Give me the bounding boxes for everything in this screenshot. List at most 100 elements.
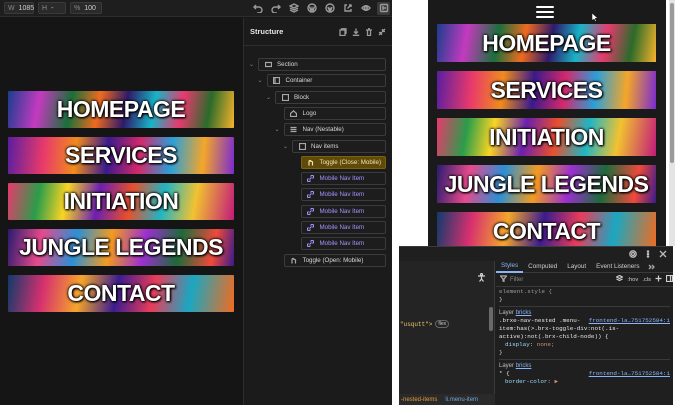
link-icon (306, 175, 316, 183)
tab-computed[interactable]: Computed (523, 261, 562, 273)
zoom-field-label: % (74, 4, 81, 12)
nav-tile-services[interactable]: SERVICES (8, 137, 234, 174)
structure-node-mobile-nav-item[interactable]: Mobile Nav Item (300, 172, 386, 186)
structure-header: Structure (244, 18, 392, 46)
nav-label: SERVICES (65, 142, 177, 168)
structure-node-mobile-nav-item[interactable]: Mobile Nav Item (300, 188, 386, 202)
page-bottom-margin (0, 405, 690, 413)
styles-rules: element.style { } Layer bricks frontend-… (496, 287, 673, 387)
structure-node-mobile-nav-item[interactable]: Mobile Nav Item (300, 204, 386, 218)
structure-node-label: Block (294, 93, 310, 101)
css-declaration[interactable]: border-color: ▶ (499, 378, 670, 386)
more-options-icon[interactable] (644, 250, 652, 258)
layer-link[interactable]: bricks (516, 310, 532, 316)
element-style-open[interactable]: element.style { (499, 288, 670, 296)
css-rule[interactable]: frontend-la…751752584:1 .brxe-nav-nested… (499, 317, 670, 341)
structure-node-toggle-close-mobile[interactable]: Toggle (Close: Mobile) (300, 155, 386, 169)
css-declaration[interactable]: display: none; (499, 341, 670, 349)
copy-icon[interactable] (339, 27, 347, 36)
tab-styles[interactable]: Styles (496, 261, 524, 273)
structure-title: Structure (250, 27, 284, 36)
tab-layout[interactable]: Layout (562, 261, 591, 273)
structure-panel: Structure ⌄ Section ⌄ Container ⌄ Block Logo ⌄ N… (243, 18, 392, 405)
nav-label: CONTACT (492, 217, 601, 244)
structure-node-label: Mobile Nav Item (319, 207, 365, 215)
structure-node-label: Mobile Nav Item (319, 175, 365, 183)
more-tabs-icon[interactable] (648, 263, 656, 271)
structure-node-block[interactable]: Block (275, 90, 386, 104)
structure-node-nav-nestable[interactable]: Nav (Nestable) (283, 123, 386, 137)
collapse-icon[interactable] (378, 28, 386, 36)
preview-scrollbar[interactable] (669, 0, 675, 246)
height-field[interactable]: H - (38, 2, 66, 14)
toggle-icon (306, 159, 316, 166)
hov-toggle[interactable]: :hov (627, 277, 638, 283)
expand-chevron-icon[interactable]: ⌄ (283, 143, 288, 150)
tab-event-listeners[interactable]: Event Listeners (591, 261, 644, 273)
accessibility-icon[interactable] (477, 269, 486, 287)
structure-panel-icon[interactable] (377, 1, 390, 15)
nav-icon (289, 126, 299, 133)
new-rule-icon[interactable] (655, 275, 662, 284)
layer-link[interactable]: bricks (516, 363, 532, 369)
settings-gear-icon[interactable] (629, 250, 637, 258)
structure-node-toggle-open-mobile[interactable]: Toggle (Open: Mobile) (283, 253, 386, 267)
scrollbar-thumb[interactable] (670, 3, 674, 163)
dom-node-row[interactable]: "usqutt"> flex (399, 319, 495, 329)
rule-source-link[interactable]: frontend-la…751752584:1 (589, 317, 670, 325)
element-style-close: } (499, 296, 503, 303)
css-rule[interactable]: frontend-la…751752584:1 * { (499, 370, 670, 378)
styles-filter-input[interactable]: Filter (510, 277, 612, 283)
wordpress-icon[interactable] (305, 2, 318, 15)
download-icon[interactable] (352, 28, 360, 36)
breadcrumb-item[interactable]: -nested-items (401, 397, 437, 403)
structure-node-label: Toggle (Open: Mobile) (302, 256, 364, 264)
width-field[interactable]: W 1085 (4, 2, 34, 14)
styles-filter-bar: Filter :hov .cls (496, 273, 674, 287)
structure-node-section[interactable]: Section (258, 58, 386, 71)
preview-eye-icon[interactable] (359, 2, 372, 15)
expand-chevron-icon[interactable]: ⌄ (249, 61, 254, 68)
layer-label: Layer bricks (499, 363, 532, 369)
close-icon[interactable] (659, 250, 667, 258)
devtools-tabs: Styles Computed Layout Event Listeners (496, 261, 673, 273)
structure-node-label: Section (277, 61, 298, 68)
expand-chevron-icon[interactable]: ⌄ (266, 94, 271, 101)
cls-toggle[interactable]: .cls (642, 277, 651, 283)
breadcrumb-item[interactable]: li.menu-item (445, 397, 478, 403)
external-link-icon[interactable] (341, 2, 354, 15)
styles-pane: Styles Computed Layout Event Listeners F… (496, 261, 674, 406)
block-icon (297, 142, 307, 150)
structure-node-mobile-nav-item[interactable]: Mobile Nav Item (300, 221, 386, 234)
preview-tile-contact[interactable]: CONTACT (437, 212, 656, 250)
wordpress-admin-icon[interactable] (323, 2, 336, 15)
nav-tile-contact[interactable]: CONTACT (8, 275, 234, 312)
computed-sidebar-icon[interactable] (665, 274, 674, 284)
expand-chevron-icon[interactable]: ⌄ (258, 77, 263, 84)
undo-icon[interactable] (251, 2, 264, 15)
structure-node-mobile-nav-item[interactable]: Mobile Nav Item (300, 237, 386, 251)
hamburger-icon[interactable] (536, 6, 554, 18)
structure-node-nav-items[interactable]: Nav items (292, 139, 386, 153)
flex-badge[interactable]: flex (435, 320, 450, 328)
elements-scrollbar[interactable] (489, 307, 493, 331)
zoom-field[interactable]: % 100 (70, 2, 102, 14)
rule-source-link[interactable]: frontend-la…751752584:1 (589, 370, 670, 378)
structure-node-logo[interactable]: Logo (283, 106, 386, 120)
nav-tile-initiation[interactable]: INITIATION (8, 183, 234, 220)
layers-icon[interactable] (287, 2, 300, 15)
preview-tile-jungle-legends[interactable]: JUNGLE LEGENDS (437, 165, 656, 203)
preview-tile-services[interactable]: SERVICES (437, 71, 656, 109)
structure-node-container[interactable]: Container (266, 74, 386, 88)
nav-tile-homepage[interactable]: HOMEPAGE (8, 91, 234, 128)
preview-tile-initiation[interactable]: INITIATION (437, 118, 656, 156)
layers-toggle-icon[interactable] (615, 274, 625, 284)
redo-icon[interactable] (269, 2, 282, 15)
preview-tile-homepage[interactable]: HOMEPAGE (437, 24, 656, 62)
trash-icon[interactable] (365, 27, 373, 36)
expand-chevron-icon[interactable]: ⌄ (275, 126, 280, 133)
nav-tile-jungle-legends[interactable]: JUNGLE LEGENDS (8, 229, 234, 266)
width-value: 1085 (18, 4, 35, 12)
builder-canvas[interactable]: HOMEPAGE SERVICES INITIATION JUNGLE LEGE… (0, 18, 271, 405)
rule-selector: * { (499, 370, 510, 377)
